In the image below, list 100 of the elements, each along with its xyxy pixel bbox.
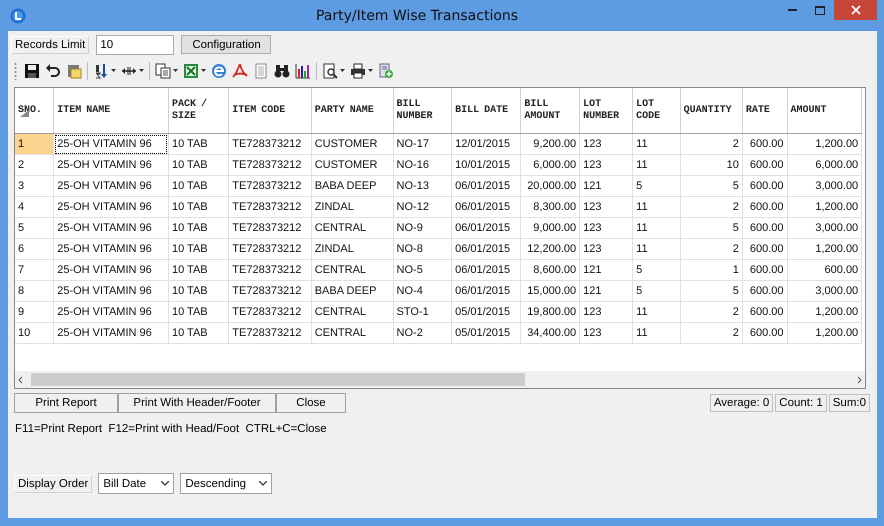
column-header[interactable]: PARTY NAME [311, 88, 394, 134]
display-order-label: Display Order [14, 474, 92, 492]
table-cell: NO-12 [393, 196, 452, 218]
row-number-cell[interactable]: 2 [15, 154, 54, 176]
column-header[interactable]: QUANTITY [680, 88, 742, 134]
column-header[interactable]: AMOUNT [787, 88, 862, 134]
table-cell: STO-1 [393, 302, 452, 322]
row-number-cell[interactable]: 9 [15, 302, 54, 322]
dropdown-caret-icon [368, 69, 373, 72]
column-header[interactable]: BILL NUMBER [393, 88, 452, 134]
table-cell: 5 [632, 280, 680, 302]
close-icon [850, 5, 860, 15]
close-button[interactable] [834, 0, 877, 20]
maximize-icon [815, 6, 825, 14]
table-cell: 1,200.00 [787, 302, 862, 322]
column-header[interactable]: LOT NUMBER [580, 88, 633, 134]
table-cell: 123 [580, 218, 633, 238]
row-number-cell[interactable]: 3 [15, 176, 54, 196]
table-cell: TE728373212 [228, 196, 312, 218]
table-cell: 2 [680, 134, 742, 154]
dropdown-caret-icon [173, 69, 178, 72]
table-cell: 9,200.00 [520, 134, 580, 154]
table-cell: 1,200.00 [787, 134, 862, 154]
table-cell: 2 [680, 302, 742, 322]
table-cell: 10 TAB [168, 238, 229, 260]
pdf-icon [232, 62, 248, 78]
column-header[interactable]: ITEM NAME [54, 88, 168, 134]
table-cell: NO-8 [393, 238, 452, 260]
table-cell: 123 [580, 134, 633, 154]
column-header[interactable]: SNO. [15, 88, 54, 134]
table-cell: 2 [680, 322, 742, 344]
row-number-cell[interactable]: 10 [15, 322, 54, 344]
minimize-icon [788, 9, 796, 11]
globe-icon [211, 62, 227, 78]
column-header[interactable]: BILL DATE [452, 88, 521, 134]
table-cell: 11 [632, 238, 680, 260]
row-number-cell[interactable]: 7 [15, 260, 54, 280]
table-cell: 10 [680, 154, 742, 176]
table-cell: 600.00 [742, 196, 788, 218]
records-limit-field[interactable]: 10 [96, 34, 174, 54]
copy-icon [155, 62, 171, 78]
configuration-button[interactable]: Configuration [181, 35, 272, 54]
horizontal-scrollbar[interactable] [15, 371, 865, 388]
row-number-cell[interactable]: 6 [15, 238, 54, 260]
table-cell: 11 [632, 134, 680, 154]
table-cell: 600.00 [742, 302, 788, 322]
table-cell: 11 [632, 196, 680, 218]
sort-direction-dropdown[interactable]: Descending [180, 473, 272, 494]
column-header[interactable]: LOT CODE [632, 88, 680, 134]
binoculars-icon [274, 62, 290, 78]
table-cell: 10 TAB [168, 176, 229, 196]
action-button[interactable]: Print Report [14, 393, 118, 413]
table-cell: 6,000.00 [520, 154, 580, 176]
table-cell: 06/01/2015 [452, 196, 521, 218]
table-cell: 10 TAB [168, 322, 229, 344]
action-button[interactable]: Print With Header/Footer [118, 393, 276, 413]
table-cell: TE728373212 [228, 280, 312, 302]
table-cell: 10 TAB [168, 302, 229, 322]
table-cell: TE728373212 [228, 322, 312, 344]
table-cell: 123 [580, 238, 633, 260]
table-cell: 10 TAB [168, 196, 229, 218]
column-header[interactable]: PACK / SIZE [168, 88, 229, 134]
table-cell: 25-OH VITAMIN 96 [54, 260, 168, 280]
table-cell: 123 [580, 322, 633, 344]
row-number-cell[interactable]: 8 [15, 280, 54, 302]
row-number-cell[interactable]: 1 [15, 134, 54, 154]
column-header[interactable]: ITEM CODE [228, 88, 312, 134]
print-preview-icon [322, 62, 338, 78]
column-header[interactable]: BILL AMOUNT [520, 88, 580, 134]
table-cell: NO-13 [393, 176, 452, 196]
table-cell: NO-17 [393, 134, 452, 154]
table-cell: 10 TAB [168, 280, 229, 302]
summary-value: Average: 0 [710, 394, 774, 412]
table-cell: 15,000.00 [520, 280, 580, 302]
document-icon [253, 62, 269, 78]
table-cell: 25-OH VITAMIN 96 [54, 280, 168, 302]
action-button[interactable]: Close [276, 393, 346, 413]
table-cell: CUSTOMER [311, 154, 394, 176]
table-cell: 19,800.00 [520, 302, 580, 322]
table-cell: 10 TAB [168, 134, 229, 154]
table-cell: 6,000.00 [787, 154, 862, 176]
row-number-cell[interactable]: 4 [15, 196, 54, 218]
table-cell: 25-OH VITAMIN 96 [54, 196, 168, 218]
table-cell: TE728373212 [228, 134, 312, 154]
dropdown-caret-icon [111, 69, 116, 72]
table-cell: NO-2 [393, 322, 452, 344]
table-cell: ZINDAL [311, 238, 394, 260]
table-cell: 3,000.00 [787, 280, 862, 302]
table-cell: 2 [680, 238, 742, 260]
spreadsheet-icon [183, 62, 199, 78]
sort-field-dropdown[interactable]: Bill Date [98, 473, 174, 494]
column-header[interactable]: RATE [742, 88, 788, 134]
table-cell: 10/01/2015 [452, 154, 521, 176]
table-cell: 05/01/2015 [452, 322, 521, 344]
table-cell: CENTRAL [311, 322, 394, 344]
row-number-cell[interactable]: 5 [15, 218, 54, 238]
table-cell: 25-OH VITAMIN 96 [54, 322, 168, 344]
table-cell: 25-OH VITAMIN 96 [54, 154, 168, 176]
dropdown-caret-icon [201, 69, 206, 72]
table-cell: 600.00 [742, 154, 788, 176]
